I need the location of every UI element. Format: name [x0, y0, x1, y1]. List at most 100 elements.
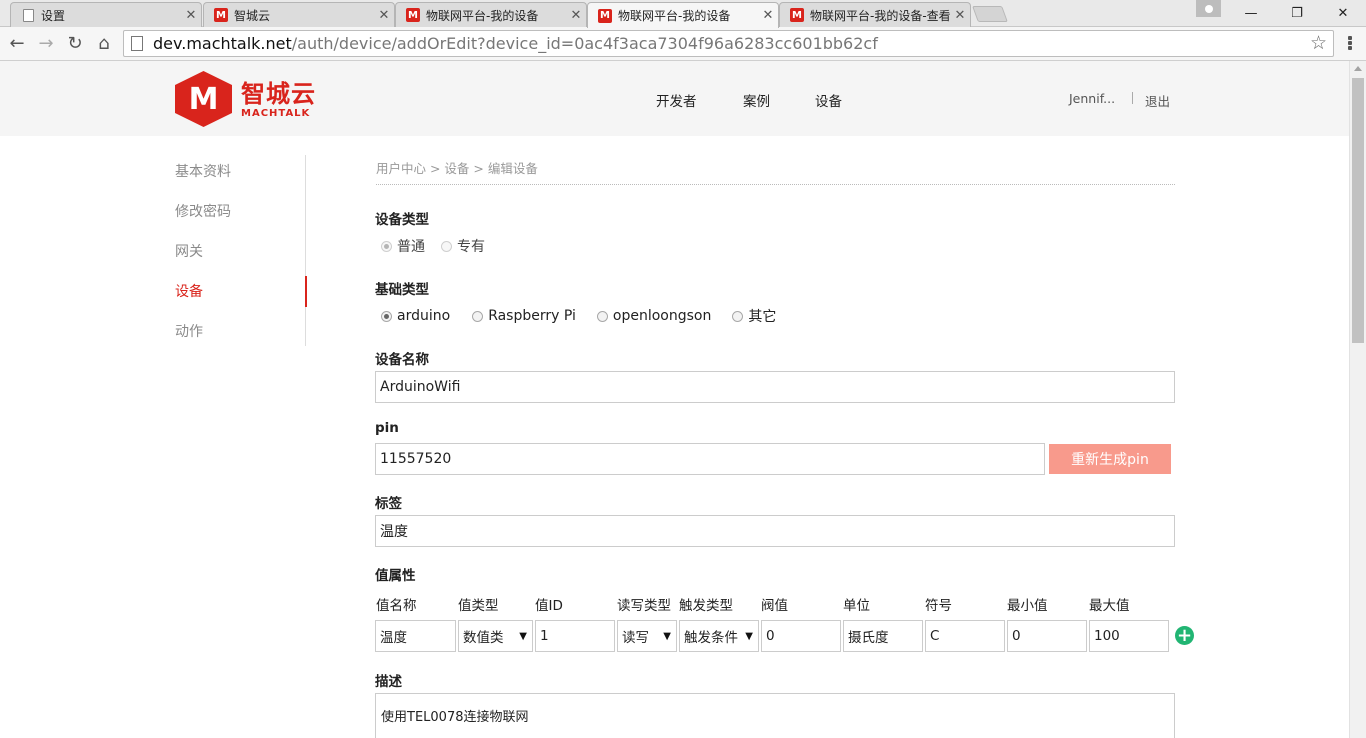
close-icon[interactable]: ✕: [181, 8, 201, 23]
add-value-icon[interactable]: +: [1175, 626, 1194, 645]
radio-base-arduino[interactable]: [381, 310, 392, 322]
col-symbol: 符号: [925, 598, 952, 614]
sidebar-item-gateway[interactable]: 网关: [175, 242, 203, 262]
logo-mark: M: [175, 71, 232, 127]
pin-input[interactable]: 11557520: [375, 443, 1045, 475]
col-rw-type: 读写类型: [617, 598, 671, 614]
value-type-selected: 数值类: [463, 630, 504, 646]
radio-label: Raspberry Pi: [488, 308, 576, 324]
sidebar-item-actions[interactable]: 动作: [175, 322, 203, 342]
value-attrs-label: 值属性: [375, 568, 416, 584]
page-icon: [23, 8, 34, 22]
device-name-input[interactable]: ArduinoWifi: [375, 371, 1175, 403]
base-type-radios: arduino Raspberry Pi openloongson 其它: [381, 306, 792, 326]
rw-type-selected: 读写: [622, 630, 649, 646]
rw-type-select[interactable]: 读写 ▼: [617, 620, 677, 652]
new-tab-button[interactable]: [972, 6, 1008, 22]
unit-input[interactable]: 摄氏度: [843, 620, 923, 652]
close-icon[interactable]: ✕: [566, 8, 586, 23]
browser-menu-icon[interactable]: [1342, 35, 1358, 51]
machtalk-favicon: M: [214, 8, 228, 22]
radio-device-type-normal[interactable]: [381, 240, 392, 252]
back-arrow-icon[interactable]: ←: [5, 31, 29, 55]
home-icon[interactable]: ⌂: [92, 31, 116, 55]
restore-button[interactable]: ❐: [1274, 0, 1320, 27]
reload-icon[interactable]: ↻: [63, 31, 87, 55]
max-input[interactable]: 100: [1089, 620, 1169, 652]
tab-title: 物联网平台-我的设备: [426, 8, 539, 23]
close-icon[interactable]: ✕: [758, 8, 778, 23]
tab-my-devices-active[interactable]: M 物联网平台-我的设备 ✕: [587, 2, 779, 28]
radio-base-other[interactable]: [732, 310, 744, 322]
value-name-input[interactable]: 温度: [375, 620, 456, 652]
sidebar-item-profile[interactable]: 基本资料: [175, 162, 231, 182]
machtalk-favicon: M: [406, 8, 420, 22]
tab-settings[interactable]: 设置 ✕: [10, 2, 202, 27]
device-name-label: 设备名称: [375, 352, 429, 368]
nav-developer[interactable]: 开发者: [656, 90, 697, 110]
site-header: M 智城云 MACHTALK 开发者 案例 设备 Jennif... 退出: [0, 61, 1349, 136]
col-trigger-type: 触发类型: [679, 598, 733, 614]
address-bar[interactable]: dev.machtalk.net/auth/device/addOrEdit?d…: [123, 30, 1334, 57]
user-nav-divider: [1132, 92, 1133, 104]
col-value-id: 值ID: [535, 598, 563, 614]
url-path: /auth/device/addOrEdit?device_id=0ac4f3a…: [291, 34, 878, 53]
caret-down-icon: ▼: [663, 630, 671, 642]
radio-device-type-dedicated[interactable]: [441, 240, 452, 252]
pin-label: pin: [375, 420, 399, 436]
forward-arrow-icon[interactable]: →: [34, 31, 58, 55]
minimize-button[interactable]: —: [1228, 0, 1274, 27]
regenerate-pin-button[interactable]: 重新生成pin: [1049, 444, 1171, 474]
radio-base-openloongson[interactable]: [596, 310, 608, 322]
value-id-input[interactable]: 1: [535, 620, 615, 652]
user-name-link[interactable]: Jennif...: [1069, 91, 1115, 106]
col-value-type: 值类型: [458, 598, 499, 614]
tag-input[interactable]: 温度: [375, 515, 1175, 547]
close-window-button[interactable]: ✕: [1320, 0, 1366, 27]
logout-link[interactable]: 退出: [1145, 91, 1170, 110]
radio-label: 专有: [457, 239, 485, 255]
logo-text: 智城云 MACHTALK: [241, 80, 316, 119]
bookmark-star-icon[interactable]: ☆: [1310, 32, 1327, 54]
tab-machtalk-home[interactable]: M 智城云 ✕: [203, 2, 395, 27]
description-textarea[interactable]: 使用TEL0078连接物联网: [375, 693, 1175, 738]
symbol-input[interactable]: C: [925, 620, 1005, 652]
trigger-type-select[interactable]: 触发条件 ▼: [679, 620, 759, 652]
sidebar-item-devices[interactable]: 设备: [175, 282, 203, 302]
machtalk-logo[interactable]: M 智城云 MACHTALK: [175, 71, 325, 127]
col-value-name: 值名称: [376, 598, 417, 614]
breadcrumb-divider: [376, 184, 1175, 185]
breadcrumb: 用户中心 > 设备 > 编辑设备: [376, 161, 538, 176]
page-icon: [131, 36, 143, 51]
close-icon[interactable]: ✕: [950, 8, 970, 23]
page-scrollbar[interactable]: [1349, 61, 1366, 738]
sidebar-item-password[interactable]: 修改密码: [175, 202, 231, 222]
tag-label: 标签: [375, 496, 402, 512]
radio-label: 普通: [397, 239, 425, 255]
description-label: 描述: [375, 674, 402, 690]
col-threshold: 阀值: [761, 598, 788, 614]
value-type-select[interactable]: 数值类 ▼: [458, 620, 533, 652]
nav-devices[interactable]: 设备: [815, 90, 842, 110]
tab-title: 智城云: [234, 8, 271, 23]
threshold-input[interactable]: 0: [761, 620, 841, 652]
radio-label: openloongson: [612, 308, 712, 324]
nav-cases[interactable]: 案例: [743, 90, 770, 110]
trigger-type-selected: 触发条件: [684, 630, 738, 646]
caret-down-icon: ▼: [745, 630, 753, 642]
logo-en: MACHTALK: [241, 107, 311, 119]
tab-my-devices-view[interactable]: M 物联网平台-我的设备-查看 ✕: [779, 2, 971, 27]
scroll-up-arrow-icon[interactable]: [1354, 66, 1362, 71]
base-type-label: 基础类型: [375, 282, 429, 298]
logo-cn: 智城云: [241, 79, 316, 108]
close-icon[interactable]: ✕: [374, 8, 394, 23]
user-profile-icon[interactable]: [1196, 0, 1221, 17]
radio-label: arduino: [397, 308, 451, 324]
sidebar-active-marker: [305, 276, 307, 307]
tab-my-devices[interactable]: M 物联网平台-我的设备 ✕: [395, 2, 587, 27]
radio-base-raspberry-pi[interactable]: [472, 310, 484, 322]
min-input[interactable]: 0: [1007, 620, 1087, 652]
scrollbar-thumb[interactable]: [1352, 78, 1364, 343]
sidebar: 基本资料 修改密码 网关 设备 动作: [175, 155, 306, 346]
caret-down-icon: ▼: [519, 630, 527, 642]
